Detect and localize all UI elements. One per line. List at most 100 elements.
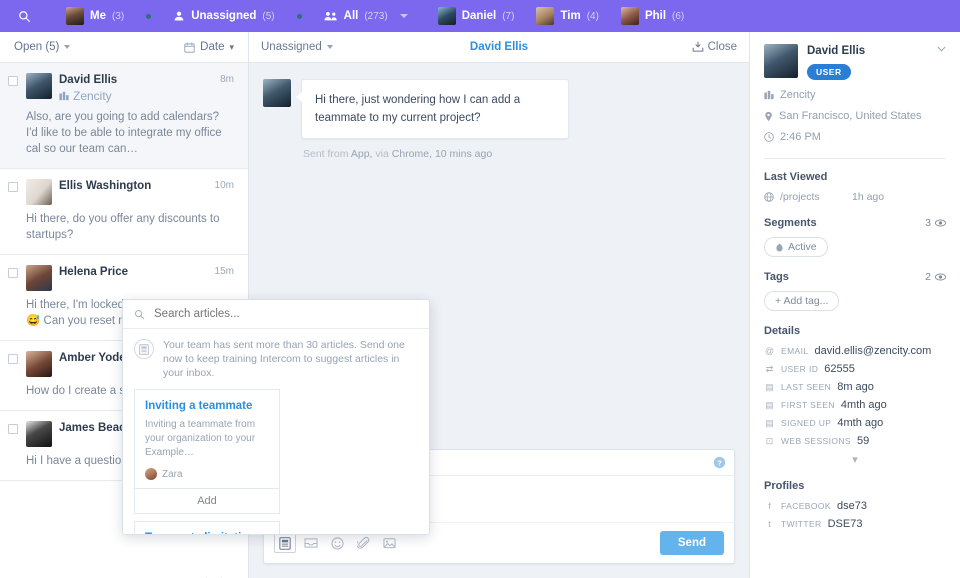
divider [764,158,946,159]
conversation-company: Zencity [73,89,112,103]
inbox-filter-dropdown[interactable]: Open (5) [14,41,71,53]
chevron-down-icon[interactable]: ▾ [764,453,946,466]
emoji-icon[interactable] [326,533,348,553]
tags-header: Tags 2 [764,271,946,283]
profile-label: TWITTER [781,519,822,529]
conversation-checkbox[interactable] [8,424,18,434]
conversation-timestamp: 10m [214,180,234,191]
nav-teammate-tim[interactable]: Tim (4) [532,0,602,32]
last-viewed-page[interactable]: /projects [780,191,846,203]
inbox-sort-label: Date [200,41,225,53]
detail-value: david.ellis@zencity.com [814,345,932,357]
conversation-list-item[interactable]: Ellis Washington 10m Hi there, do you of… [0,169,248,255]
svg-text:?: ? [717,458,722,467]
nav-item-all[interactable]: All (273) [320,0,412,32]
conversation-checkbox[interactable] [8,268,18,278]
search-icon[interactable] [0,10,48,23]
calendar-icon: ▤ [765,418,774,428]
detail-row: ▤ LAST SEEN 8m ago [764,381,946,393]
send-button[interactable]: Send [659,531,724,555]
segment-chip-active[interactable]: Active [764,237,828,257]
conversation-checkbox[interactable] [8,182,18,192]
search-articles-input[interactable] [152,307,418,321]
nav-teammate-daniel[interactable]: Daniel (7) [434,0,519,32]
avatar [26,265,52,291]
tags-title: Tags [764,271,789,283]
profile-value[interactable]: dse73 [837,500,867,512]
profile-row: f FACEBOOK dse73 [764,500,946,512]
segments-header: Segments 3 [764,217,946,229]
article-author: Zara [145,468,269,480]
conversation-preview: Hi there, do you offer any discounts to … [26,213,220,241]
message-bubble: Hi there, just wondering how I can add a… [295,79,569,139]
nav-item-me-label: Me [90,10,106,22]
nav-teammate-phil-count: (6) [672,10,685,22]
status-badge: USER [807,64,851,80]
article-doc-icon [134,339,154,359]
twitter-icon: t [768,519,771,529]
nav-item-unassigned[interactable]: Unassigned (5) [169,0,278,32]
nav-teammate-phil[interactable]: Phil (6) [617,0,688,32]
conversation-sender-name: Ellis Washington [59,180,152,192]
profile-label: FACEBOOK [781,501,831,511]
conversation-checkbox[interactable] [8,354,18,364]
detail-row: ⊡ WEB SESSIONS 59 [764,435,946,447]
detail-row: ▤ SIGNED UP 4mth ago [764,417,946,429]
avatar [26,351,52,377]
eye-icon[interactable] [935,273,946,281]
chevron-down-icon: ▾ [229,41,234,52]
person-icon [173,10,185,22]
nav-separator-dot [296,13,302,19]
profile-value[interactable]: DSE73 [828,518,863,530]
profiles-title: Profiles [764,480,805,492]
article-title[interactable]: Teammate limitations [145,531,269,534]
meta-via: via [375,148,389,160]
note-icon[interactable] [300,533,322,553]
article-icon[interactable] [274,533,296,553]
nav-item-me[interactable]: Me (3) [62,0,128,32]
meta-app: App, [350,148,373,160]
article-card[interactable]: Inviting a teammate Inviting a teammate … [134,389,280,514]
facebook-icon: f [768,501,771,511]
chevron-down-icon [326,45,333,49]
nav-teammate-tim-label: Tim [560,10,581,22]
detail-row: @ EMAIL david.ellis@zencity.com [764,345,946,357]
sessions-icon: ⊡ [765,436,774,446]
article-search-popup: Your team has sent more than 30 articles… [122,299,430,535]
attachment-icon[interactable] [352,533,374,553]
user-header: David Ellis USER [764,44,946,80]
meta-sent-from: Sent from [303,148,349,160]
detail-row: ⇄ USER ID 62555 [764,363,946,375]
article-search-row [123,300,429,329]
image-icon[interactable] [378,533,400,553]
assignee-dropdown[interactable]: Unassigned [261,41,333,53]
inbox-sort-dropdown[interactable]: Date ▾ [184,41,234,53]
nav-teammate-phil-label: Phil [644,10,667,22]
close-conversation-button[interactable]: Close [692,41,737,53]
chevron-down-icon[interactable] [399,14,408,18]
last-viewed-time: 1h ago [852,191,885,203]
caret-down-icon[interactable] [937,46,946,52]
add-article-button[interactable]: Add [135,488,279,513]
user-local-time: 2:46 PM [780,131,821,143]
conversation-list-item[interactable]: David Ellis Zencity 8m Also, are you goi… [0,63,248,169]
nav-item-all-count: (273) [364,10,388,22]
eye-icon[interactable] [935,219,946,227]
article-title[interactable]: Inviting a teammate [145,399,269,414]
user-localtime-row: 2:46 PM [764,131,946,143]
article-card[interactable]: Teammate limitations Account authorizati… [134,521,280,534]
last-viewed-title: Last Viewed [764,171,828,183]
avatar [145,468,157,480]
article-description: Inviting a teammate from your organizati… [145,419,256,458]
conversation-checkbox[interactable] [8,76,18,86]
conversation-timestamp: 8m [220,74,234,85]
user-details-panel: David Ellis USER Zencity San Francisco, … [749,32,960,578]
people-icon [324,10,338,22]
assignee-label: Unassigned [261,41,322,53]
add-tag-button[interactable]: + Add tag... [764,291,840,311]
id-icon: ⇄ [765,364,774,374]
nav-item-unassigned-count: (5) [262,10,275,22]
message-row: Hi there, just wondering how I can add a… [263,79,735,160]
detail-value: 59 [856,435,870,447]
help-icon[interactable]: ? [713,456,726,469]
